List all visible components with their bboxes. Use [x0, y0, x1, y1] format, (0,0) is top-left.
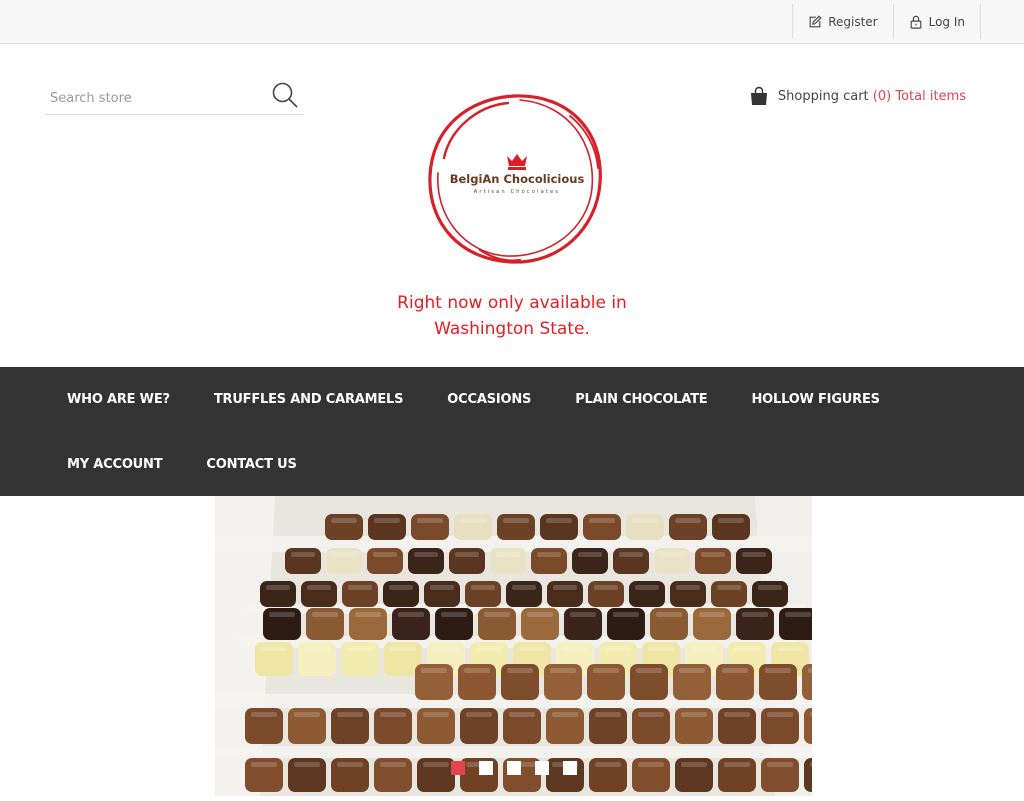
search-input[interactable]: [50, 87, 260, 109]
nav-row-1: WHO ARE WE? TRUFFLES AND CARAMELS OCCASI…: [45, 387, 902, 412]
nav-item-who-are-we[interactable]: WHO ARE WE?: [45, 387, 192, 412]
login-label: Log In: [928, 14, 965, 29]
lock-icon: [910, 15, 921, 29]
slider-dot-3[interactable]: [507, 761, 521, 775]
nav-item-contact-us[interactable]: CONTACT US: [184, 452, 318, 477]
availability-line-1: Right now only available in: [397, 293, 627, 313]
main-navigation: WHO ARE WE? TRUFFLES AND CARAMELS OCCASI…: [0, 367, 1024, 496]
register-label: Register: [828, 14, 878, 29]
availability-line-2: Washington State.: [434, 319, 590, 339]
cart-label: Shopping cart: [777, 88, 869, 104]
nav-item-my-account[interactable]: MY ACCOUNT: [45, 452, 184, 477]
cart-count: (0): [872, 88, 892, 104]
register-link[interactable]: Register: [793, 4, 894, 39]
nav-item-hollow-figures[interactable]: HOLLOW FIGURES: [729, 387, 901, 412]
slider-dot-1[interactable]: [451, 761, 465, 775]
nav-row-2: MY ACCOUNT CONTACT US: [45, 452, 319, 477]
slide-image-chocolates: [215, 496, 812, 796]
availability-notice: Right now only available in Washington S…: [362, 290, 662, 342]
slider-dot-2[interactable]: [479, 761, 493, 775]
nav-item-plain-chocolate[interactable]: PLAIN CHOCOLATE: [553, 387, 729, 412]
header-bar: Register Log In: [0, 0, 1024, 44]
login-link[interactable]: Log In: [894, 4, 981, 39]
slider-pagination: [451, 761, 577, 775]
logo-brand-text: BelgiAn Chocolicious: [450, 172, 585, 186]
logo-sub-text: Artisan Chocolates: [474, 189, 560, 195]
store-logo[interactable]: BelgiAn Chocolicious Artisan Chocolates: [420, 88, 610, 268]
edit-icon: [809, 15, 822, 27]
header-links: Register Log In: [792, 4, 981, 39]
slider-dot-4[interactable]: [535, 761, 549, 775]
nav-item-truffles-and-caramels[interactable]: TRUFFLES AND CARAMELS: [192, 387, 425, 412]
image-slider[interactable]: [215, 496, 812, 796]
cart-total-items: Total items: [895, 88, 966, 104]
search-icon[interactable]: [271, 81, 299, 109]
search-box: [45, 79, 304, 115]
shopping-cart-link[interactable]: Shopping cart (0) Total items: [749, 86, 966, 106]
crown-icon: [507, 154, 527, 170]
nav-item-occasions[interactable]: OCCASIONS: [425, 387, 553, 412]
slider-dot-5[interactable]: [563, 761, 577, 775]
shopping-bag-icon: [750, 86, 767, 105]
